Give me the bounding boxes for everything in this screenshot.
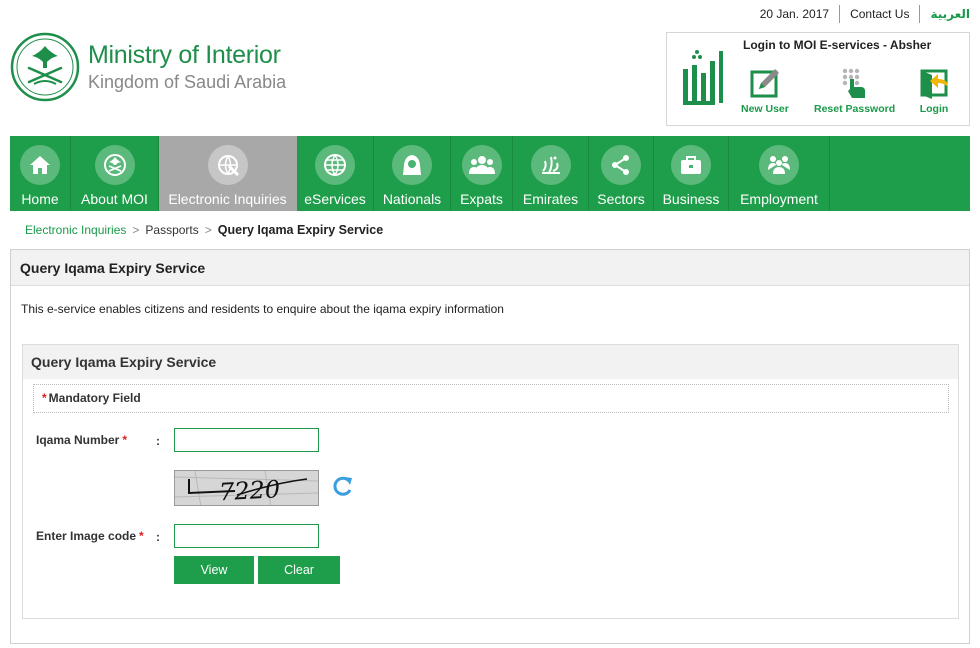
nav-label: Employment xyxy=(740,191,818,207)
nav-label: eServices xyxy=(304,191,366,207)
nav-expats[interactable]: Expats xyxy=(451,136,513,211)
iqama-number-input[interactable] xyxy=(174,428,319,452)
nav-label: Nationals xyxy=(382,191,442,207)
nav-emirates[interactable]: Emirates xyxy=(513,136,589,211)
arabic-language-link[interactable]: العربية xyxy=(930,7,970,21)
query-form: Query Iqama Expiry Service * Mandatory Fi… xyxy=(22,344,959,619)
saudi-emblem-icon xyxy=(10,32,80,102)
nav-label: About MOI xyxy=(81,191,148,207)
image-code-label: Enter Image code * xyxy=(36,529,144,543)
nav-label: Expats xyxy=(460,191,503,207)
top-utility-bar: 20 Jan. 2017 Contact Us العربية xyxy=(760,4,970,24)
nav-nationals[interactable]: Nationals xyxy=(374,136,451,211)
nationals-icon xyxy=(392,145,432,185)
employment-icon xyxy=(759,145,799,185)
mandatory-label: Mandatory Field xyxy=(48,391,141,405)
image-code-input[interactable] xyxy=(174,524,319,548)
nav-eservices[interactable]: eServices xyxy=(297,136,374,211)
required-mark: * xyxy=(122,433,128,447)
colon: : xyxy=(156,530,160,544)
ministry-logo[interactable]: Ministry of Interior Kingdom of Saudi Ar… xyxy=(10,32,286,102)
home-icon xyxy=(20,145,60,185)
inquiries-icon xyxy=(207,145,248,185)
refresh-captcha-icon[interactable] xyxy=(331,475,353,499)
emirates-icon xyxy=(530,145,571,185)
divider xyxy=(839,5,841,23)
mandatory-note: * Mandatory Field xyxy=(33,384,949,413)
globe-icon xyxy=(315,145,355,185)
nav-about-moi[interactable]: About MOI xyxy=(71,136,159,211)
current-date: 20 Jan. 2017 xyxy=(759,7,830,21)
view-button[interactable]: View xyxy=(174,556,254,584)
new-user-button[interactable]: New User xyxy=(741,67,789,115)
ministry-title: Ministry of Interior xyxy=(88,41,281,69)
login-button[interactable]: Login xyxy=(918,67,950,115)
page-title: Query Iqama Expiry Service xyxy=(11,250,969,286)
ministry-subtitle: Kingdom of Saudi Arabia xyxy=(88,72,287,92)
nav-label: Sectors xyxy=(597,191,645,207)
nav-electronic-inquiries[interactable]: Electronic Inquiries xyxy=(159,136,297,211)
clear-button[interactable]: Clear xyxy=(258,556,340,584)
briefcase-icon xyxy=(671,145,711,185)
login-label: Login xyxy=(919,103,949,115)
contact-us-link[interactable]: Contact Us xyxy=(850,7,909,21)
breadcrumb-current: Query Iqama Expiry Service xyxy=(217,223,384,237)
required-mark: * xyxy=(139,529,144,543)
form-title: Query Iqama Expiry Service xyxy=(23,345,958,379)
sectors-icon xyxy=(601,145,641,185)
login-title: Login to MOI E-services - Absher xyxy=(743,38,932,52)
nav-label: Business xyxy=(662,191,720,207)
main-navigation: Home About MOI Electronic Inquiries eSer… xyxy=(10,136,970,211)
captcha-text: 7220 xyxy=(218,475,280,506)
iqama-number-label: Iqama Number * xyxy=(36,433,128,447)
service-description: This e-service enables citizens and resi… xyxy=(21,302,504,316)
absher-logo-icon xyxy=(683,50,723,105)
nav-label: Home xyxy=(21,191,59,207)
expats-icon xyxy=(461,145,502,185)
nav-business[interactable]: Business xyxy=(654,136,729,211)
login-icon xyxy=(920,69,948,99)
service-panel: Query Iqama Expiry Service This e-servic… xyxy=(10,249,970,644)
divider xyxy=(919,5,921,23)
nav-label: Electronic Inquiries xyxy=(168,191,287,207)
nav-sectors[interactable]: Sectors xyxy=(589,136,654,211)
emblem-icon xyxy=(94,145,135,185)
nav-home[interactable]: Home xyxy=(10,136,71,211)
absher-login-box: Login to MOI E-services - Absher New Use… xyxy=(666,32,970,126)
chevron-right-icon: > xyxy=(132,223,140,237)
reset-password-icon xyxy=(842,68,865,98)
new-user-label: New User xyxy=(741,103,789,115)
nav-employment[interactable]: Employment xyxy=(729,136,830,211)
captcha-image: 7220 xyxy=(174,470,319,506)
reset-password-label: Reset Password xyxy=(814,103,896,115)
new-user-icon xyxy=(750,69,779,98)
colon: : xyxy=(156,434,160,448)
breadcrumb-passports[interactable]: Passports xyxy=(145,223,198,237)
breadcrumb-electronic-inquiries[interactable]: Electronic Inquiries xyxy=(25,223,126,237)
reset-password-button[interactable]: Reset Password xyxy=(814,67,895,115)
breadcrumb: Electronic Inquiries > Passports > Query… xyxy=(25,223,383,237)
chevron-right-icon: > xyxy=(204,223,212,237)
nav-label: Emirates xyxy=(522,191,579,207)
required-mark: * xyxy=(42,391,47,405)
